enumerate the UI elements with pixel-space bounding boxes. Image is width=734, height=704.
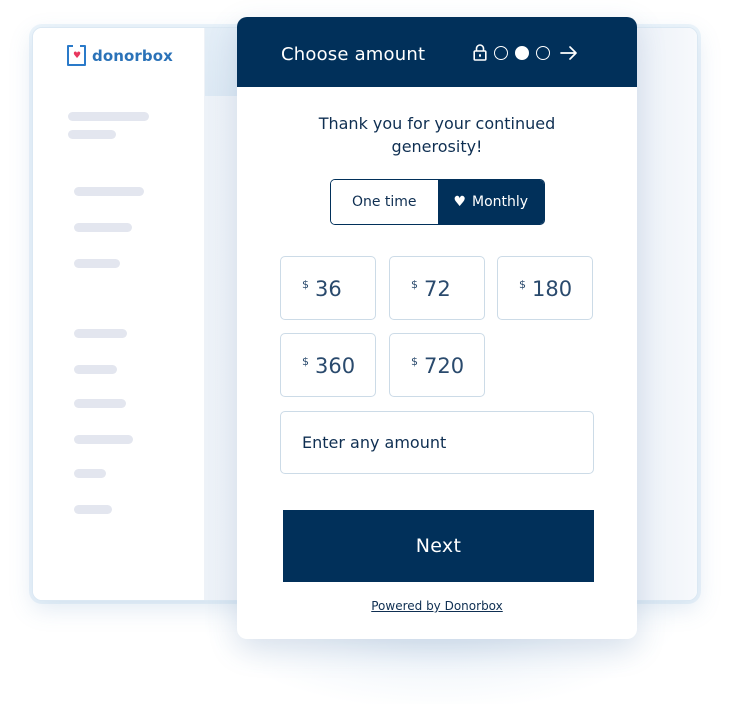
form-title: Choose amount xyxy=(281,44,426,65)
custom-amount-input[interactable] xyxy=(280,411,594,474)
currency-symbol: $ xyxy=(411,278,418,291)
amount-value: 720 xyxy=(424,354,465,378)
background-content-right-panel xyxy=(635,28,697,600)
heart-box-icon: ♥ xyxy=(67,44,86,66)
donorbox-logo: ♥ donorbox xyxy=(67,44,173,66)
frequency-toggle: One time ♥ Monthly xyxy=(330,179,545,225)
step-indicator-2-active xyxy=(515,45,529,60)
sidebar-placeholder-line xyxy=(68,130,116,139)
form-header: Choose amount xyxy=(237,17,637,87)
stage: ♥ donorbox Choose amount Thank you for y… xyxy=(0,0,734,704)
sidebar-placeholder-line xyxy=(74,469,106,478)
next-button[interactable]: Next xyxy=(283,510,594,582)
thank-you-message: Thank you for your continued generosity! xyxy=(318,114,556,156)
one-time-label: One time xyxy=(351,194,417,210)
step-indicator-3 xyxy=(536,45,550,60)
background-sidebar: ♥ donorbox xyxy=(33,28,204,600)
donation-form: Choose amount Thank you for your continu… xyxy=(237,17,637,639)
lock-icon xyxy=(473,44,487,61)
sidebar-placeholder-line xyxy=(74,259,120,268)
sidebar-placeholder-line xyxy=(74,365,117,374)
sidebar-placeholder-line xyxy=(74,399,126,408)
amount-option-button[interactable]: $ 360 xyxy=(280,333,376,397)
currency-symbol: $ xyxy=(519,278,526,291)
currency-symbol: $ xyxy=(411,355,418,368)
heart-icon: ♥ xyxy=(453,194,466,210)
sidebar-placeholder-line xyxy=(68,112,149,121)
amount-option-button[interactable]: $ 720 xyxy=(389,333,485,397)
sidebar-placeholder-line xyxy=(74,329,127,338)
sidebar-placeholder-line xyxy=(74,435,133,444)
step-indicator-1 xyxy=(494,45,508,60)
currency-symbol: $ xyxy=(302,278,309,291)
frequency-monthly-button[interactable]: ♥ Monthly xyxy=(437,180,544,224)
header-icons xyxy=(473,44,578,61)
amount-value: 72 xyxy=(424,277,451,301)
sidebar-placeholder-line xyxy=(74,505,112,514)
frequency-one-time-button[interactable]: One time xyxy=(331,180,438,224)
amount-option-button[interactable]: $ 36 xyxy=(280,256,376,320)
amount-value: 36 xyxy=(315,277,342,301)
monthly-label: Monthly xyxy=(472,194,529,210)
amount-value: 180 xyxy=(532,277,573,301)
sidebar-placeholder-line xyxy=(74,187,144,196)
amount-value: 360 xyxy=(315,354,356,378)
amount-option-button[interactable]: $ 72 xyxy=(389,256,485,320)
sidebar-placeholder-line xyxy=(74,223,132,232)
arrow-right-icon[interactable] xyxy=(560,45,578,61)
currency-symbol: $ xyxy=(302,355,309,368)
powered-by-link[interactable]: Powered by Donorbox xyxy=(237,599,637,613)
logo-text: donorbox xyxy=(92,46,173,65)
amount-option-button[interactable]: $ 180 xyxy=(497,256,593,320)
